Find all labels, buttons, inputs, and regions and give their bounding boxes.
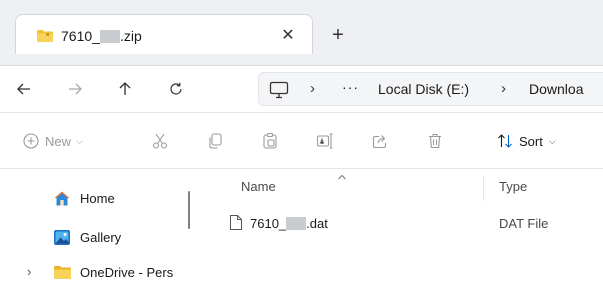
trash-icon bbox=[429, 133, 441, 149]
tab-title: 7610_ .zip bbox=[61, 28, 142, 44]
chevron-down-icon: ⌵ bbox=[76, 135, 83, 146]
breadcrumb-downloads[interactable]: Downloa bbox=[529, 81, 583, 97]
rename-icon bbox=[316, 133, 333, 149]
chevron-right-icon: › bbox=[310, 80, 315, 97]
column-header-name[interactable]: Name bbox=[241, 179, 276, 194]
sidebar-item-label: Gallery bbox=[80, 230, 122, 245]
navigation-bar: › ··· Local Disk (E:) › Downloa bbox=[0, 66, 603, 112]
new-label: New bbox=[45, 133, 72, 149]
navigation-pane: Home Gallery › OneDrive - Pers bbox=[0, 170, 200, 284]
column-divider[interactable] bbox=[483, 175, 484, 201]
command-bar: New ⌵ Sort ⌵ bbox=[0, 112, 603, 169]
sort-ascending-caret-icon bbox=[337, 170, 347, 184]
home-icon bbox=[53, 190, 71, 210]
share-icon bbox=[372, 135, 387, 149]
tab-zip-archive[interactable]: 7610_ .zip ✕ bbox=[15, 14, 313, 54]
sort-label: Sort bbox=[519, 133, 543, 149]
sidebar-item-gallery[interactable]: Gallery bbox=[0, 221, 200, 255]
up-button[interactable] bbox=[112, 76, 138, 102]
gallery-icon bbox=[53, 229, 71, 249]
scissors-icon bbox=[152, 133, 168, 149]
sidebar-item-label: Home bbox=[80, 191, 115, 206]
table-row[interactable]: 7610_ .dat DAT File bbox=[200, 206, 603, 236]
plus-circle-icon bbox=[23, 133, 39, 149]
rename-button[interactable] bbox=[314, 130, 336, 152]
arrow-left-icon bbox=[17, 83, 30, 95]
file-icon bbox=[229, 214, 243, 234]
chevron-down-icon: ⌵ bbox=[548, 135, 556, 146]
refresh-icon bbox=[170, 82, 182, 95]
address-bar[interactable]: › ··· Local Disk (E:) › Downloa bbox=[258, 72, 603, 106]
refresh-button[interactable] bbox=[163, 76, 189, 102]
more-locations-button[interactable]: ··· bbox=[342, 79, 359, 95]
new-button[interactable]: New ⌵ bbox=[22, 130, 83, 152]
file-type: DAT File bbox=[499, 216, 549, 231]
arrow-up-icon bbox=[119, 82, 131, 95]
arrow-right-icon bbox=[69, 83, 82, 95]
monitor-icon bbox=[269, 81, 289, 102]
share-button[interactable] bbox=[369, 130, 391, 152]
chevron-right-icon[interactable]: › bbox=[27, 264, 31, 279]
tab-strip: 7610_ .zip ✕ + bbox=[0, 0, 603, 66]
redacted-block bbox=[286, 217, 307, 230]
folder-zip-icon bbox=[36, 29, 54, 46]
new-tab-button[interactable]: + bbox=[328, 24, 348, 46]
redacted-block bbox=[99, 30, 120, 43]
sidebar-item-label: OneDrive - Pers bbox=[80, 265, 174, 280]
back-button[interactable] bbox=[11, 76, 37, 102]
folder-icon bbox=[53, 265, 72, 283]
breadcrumb-local-disk[interactable]: Local Disk (E:) bbox=[378, 81, 469, 97]
sidebar-item-onedrive[interactable]: › OneDrive - Pers bbox=[0, 256, 200, 284]
chevron-right-icon: › bbox=[501, 80, 506, 97]
sort-button[interactable]: Sort ⌵ bbox=[496, 130, 556, 152]
copy-icon bbox=[209, 133, 222, 149]
delete-button[interactable] bbox=[424, 130, 446, 152]
close-icon[interactable]: ✕ bbox=[278, 25, 298, 45]
cut-button[interactable] bbox=[149, 130, 171, 152]
pane-splitter-handle[interactable] bbox=[188, 191, 190, 229]
copy-button[interactable] bbox=[204, 130, 226, 152]
sort-arrows-icon bbox=[498, 134, 512, 148]
clipboard-icon bbox=[263, 132, 277, 149]
forward-button[interactable] bbox=[62, 76, 88, 102]
column-header-type[interactable]: Type bbox=[499, 179, 527, 194]
paste-button[interactable] bbox=[259, 130, 281, 152]
sidebar-item-home[interactable]: Home bbox=[0, 182, 200, 216]
file-list: Name Type 7610_ .dat DAT File bbox=[200, 170, 603, 284]
file-name: 7610_ .dat bbox=[250, 216, 328, 231]
